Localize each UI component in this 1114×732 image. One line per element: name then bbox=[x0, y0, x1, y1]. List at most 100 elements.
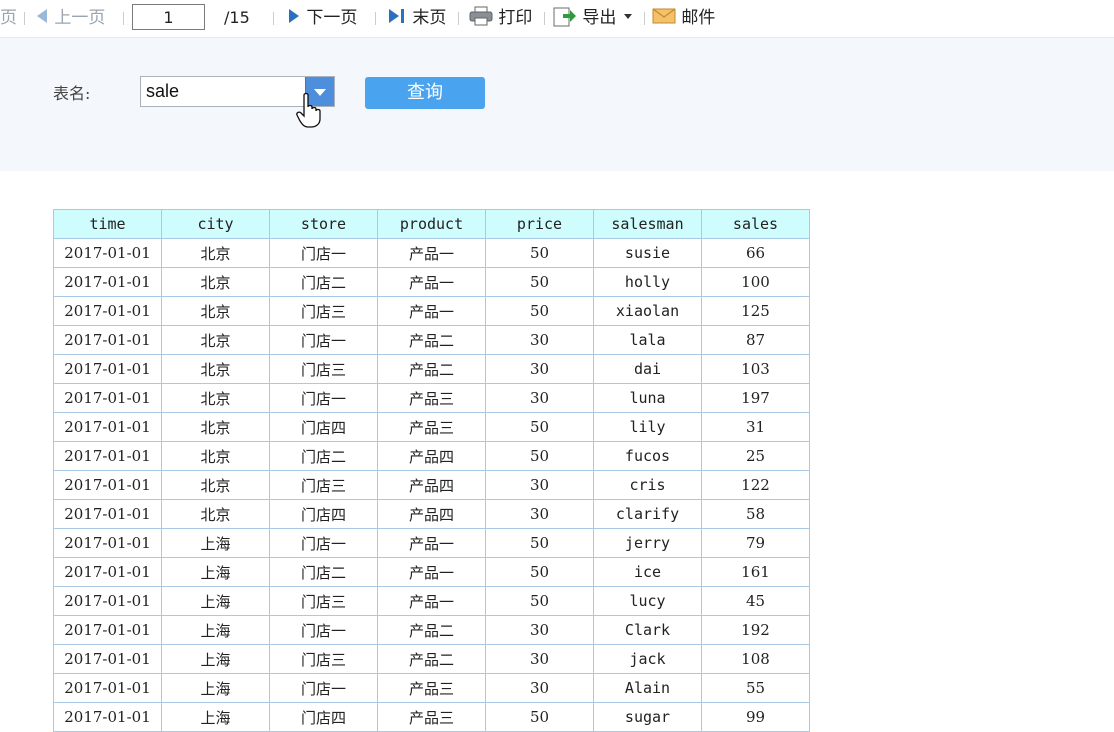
table-cell-salesman: xiaolan bbox=[593, 296, 702, 326]
table-cell-sales: 108 bbox=[701, 644, 810, 674]
printer-icon bbox=[469, 6, 493, 26]
table-cell-store: 门店一 bbox=[269, 615, 378, 645]
prev-page-button[interactable]: 上一页 bbox=[35, 0, 105, 37]
table-cell-product: 产品一 bbox=[377, 267, 486, 297]
table-cell-time: 2017-01-01 bbox=[53, 557, 162, 587]
table-cell-city: 上海 bbox=[161, 586, 270, 616]
triangle-right-icon bbox=[289, 9, 299, 23]
table-row: 2017-01-01 上海 门店一 产品一 50 jerry 79 bbox=[53, 528, 810, 558]
column-header-store: store bbox=[269, 209, 378, 239]
table-cell-product: 产品一 bbox=[377, 557, 486, 587]
table-row: 2017-01-01 上海 门店二 产品一 50 ice 161 bbox=[53, 557, 810, 587]
table-cell-city: 北京 bbox=[161, 325, 270, 355]
table-header-row: time city store product price salesman sales bbox=[53, 209, 810, 239]
table-cell-price: 30 bbox=[485, 499, 594, 529]
table-cell-time: 2017-01-01 bbox=[53, 383, 162, 413]
table-cell-price: 30 bbox=[485, 673, 594, 703]
toolbar-separator bbox=[544, 12, 545, 25]
table-cell-city: 北京 bbox=[161, 383, 270, 413]
query-button[interactable]: 查询 bbox=[365, 77, 485, 109]
table-cell-salesman: clarify bbox=[593, 499, 702, 529]
table-cell-salesman: lucy bbox=[593, 586, 702, 616]
table-row: 2017-01-01 北京 门店二 产品四 50 fucos 25 bbox=[53, 441, 810, 471]
table-row: 2017-01-01 上海 门店四 产品三 50 sugar 99 bbox=[53, 702, 810, 732]
last-page-icon bbox=[389, 9, 404, 23]
table-row: 2017-01-01 上海 门店三 产品二 30 jack 108 bbox=[53, 644, 810, 674]
table-cell-salesman: fucos bbox=[593, 441, 702, 471]
table-cell-salesman: lala bbox=[593, 325, 702, 355]
hand-pointer-cursor-icon bbox=[296, 92, 321, 128]
table-cell-price: 50 bbox=[485, 296, 594, 326]
table-cell-store: 门店一 bbox=[269, 528, 378, 558]
page-number-input[interactable] bbox=[132, 4, 205, 30]
table-cell-price: 30 bbox=[485, 383, 594, 413]
table-cell-city: 北京 bbox=[161, 441, 270, 471]
table-cell-city: 北京 bbox=[161, 499, 270, 529]
next-page-button[interactable]: 下一页 bbox=[287, 0, 357, 37]
print-label: 打印 bbox=[498, 8, 533, 28]
table-cell-price: 50 bbox=[485, 528, 594, 558]
table-cell-store: 门店三 bbox=[269, 296, 378, 326]
table-cell-sales: 66 bbox=[701, 238, 810, 268]
table-cell-sales: 100 bbox=[701, 267, 810, 297]
table-cell-sales: 58 bbox=[701, 499, 810, 529]
toolbar-separator bbox=[458, 12, 459, 25]
table-cell-product: 产品一 bbox=[377, 528, 486, 558]
table-row: 2017-01-01 上海 门店三 产品一 50 lucy 45 bbox=[53, 586, 810, 616]
toolbar-separator bbox=[375, 12, 376, 25]
table-cell-time: 2017-01-01 bbox=[53, 296, 162, 326]
table-cell-time: 2017-01-01 bbox=[53, 586, 162, 616]
table-cell-time: 2017-01-01 bbox=[53, 673, 162, 703]
table-cell-sales: 31 bbox=[701, 412, 810, 442]
table-cell-price: 30 bbox=[485, 325, 594, 355]
table-cell-price: 30 bbox=[485, 644, 594, 674]
table-cell-time: 2017-01-01 bbox=[53, 267, 162, 297]
table-cell-product: 产品一 bbox=[377, 586, 486, 616]
table-row: 2017-01-01 上海 门店一 产品三 30 Alain 55 bbox=[53, 673, 810, 703]
table-cell-price: 50 bbox=[485, 267, 594, 297]
table-cell-time: 2017-01-01 bbox=[53, 441, 162, 471]
table-cell-city: 上海 bbox=[161, 557, 270, 587]
table-cell-salesman: Alain bbox=[593, 673, 702, 703]
table-cell-product: 产品三 bbox=[377, 673, 486, 703]
table-cell-store: 门店二 bbox=[269, 441, 378, 471]
table-cell-sales: 45 bbox=[701, 586, 810, 616]
first-page-button[interactable]: 页 bbox=[0, 0, 17, 37]
table-cell-time: 2017-01-01 bbox=[53, 615, 162, 645]
print-button[interactable]: 打印 bbox=[469, 0, 532, 37]
last-page-button[interactable]: 末页 bbox=[387, 0, 446, 37]
table-cell-city: 北京 bbox=[161, 238, 270, 268]
table-cell-store: 门店四 bbox=[269, 412, 378, 442]
table-row: 2017-01-01 上海 门店一 产品二 30 Clark 192 bbox=[53, 615, 810, 645]
column-header-product: product bbox=[377, 209, 486, 239]
table-cell-time: 2017-01-01 bbox=[53, 499, 162, 529]
column-header-salesman: salesman bbox=[593, 209, 702, 239]
table-cell-sales: 192 bbox=[701, 615, 810, 645]
table-cell-store: 门店四 bbox=[269, 702, 378, 732]
table-cell-store: 门店一 bbox=[269, 673, 378, 703]
total-pages-label: /15 bbox=[224, 8, 250, 27]
table-cell-price: 50 bbox=[485, 441, 594, 471]
table-cell-store: 门店二 bbox=[269, 267, 378, 297]
table-cell-product: 产品四 bbox=[377, 441, 486, 471]
table-cell-salesman: lily bbox=[593, 412, 702, 442]
email-button[interactable]: 邮件 bbox=[652, 0, 715, 37]
table-cell-city: 上海 bbox=[161, 644, 270, 674]
prev-page-label: 上一页 bbox=[54, 8, 106, 28]
table-cell-time: 2017-01-01 bbox=[53, 412, 162, 442]
table-cell-time: 2017-01-01 bbox=[53, 238, 162, 268]
table-row: 2017-01-01 北京 门店四 产品三 50 lily 31 bbox=[53, 412, 810, 442]
next-page-label: 下一页 bbox=[306, 8, 358, 28]
table-row: 2017-01-01 北京 门店一 产品二 30 lala 87 bbox=[53, 325, 810, 355]
table-cell-price: 30 bbox=[485, 354, 594, 384]
table-cell-sales: 103 bbox=[701, 354, 810, 384]
table-cell-price: 50 bbox=[485, 412, 594, 442]
table-cell-time: 2017-01-01 bbox=[53, 702, 162, 732]
column-header-city: city bbox=[161, 209, 270, 239]
export-button[interactable]: 导出 bbox=[553, 0, 634, 37]
toolbar-separator bbox=[24, 12, 25, 25]
table-row: 2017-01-01 北京 门店二 产品一 50 holly 100 bbox=[53, 267, 810, 297]
column-header-price: price bbox=[485, 209, 594, 239]
table-cell-time: 2017-01-01 bbox=[53, 528, 162, 558]
table-cell-salesman: Clark bbox=[593, 615, 702, 645]
